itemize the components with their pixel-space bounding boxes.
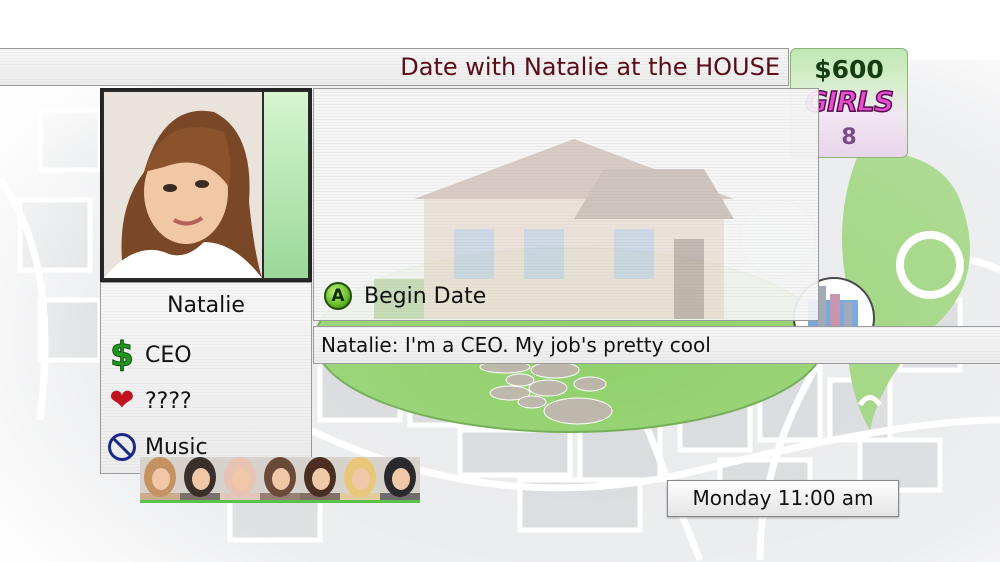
clock-text: Monday 11:00 am: [692, 486, 874, 510]
girl-name: Natalie: [167, 293, 245, 318]
a-button-icon: A: [324, 282, 352, 310]
scene-panel: A Begin Date: [313, 88, 819, 321]
clock-box: Monday 11:00 am: [667, 480, 899, 517]
no-icon: [105, 430, 139, 464]
portrait-frame: [100, 88, 312, 282]
begin-date-label: Begin Date: [364, 283, 487, 309]
profile-panel: Natalie $ CEO ❤ ???? Music: [100, 282, 312, 474]
dialogue-text: Natalie: I'm a CEO. My job's pretty cool: [321, 333, 711, 357]
date-title: Date with Natalie at the HOUSE: [400, 53, 780, 81]
likes-label: ????: [145, 388, 192, 414]
roster-girl-thumb[interactable]: [260, 457, 300, 503]
dialogue-bar: Natalie: I'm a CEO. My job's pretty cool: [313, 326, 1000, 364]
girl-portrait: [104, 92, 262, 278]
date-title-bar: Date with Natalie at the HOUSE: [0, 48, 789, 86]
likes-row: ❤ ????: [105, 383, 192, 419]
heart-icon: ❤: [109, 383, 135, 418]
roster-girl-thumb[interactable]: [220, 457, 260, 503]
roster-girl-thumb[interactable]: [380, 457, 420, 503]
job-row: $ CEO: [105, 337, 192, 373]
money-counter: $600: [814, 55, 884, 84]
roster-girl-thumb[interactable]: [300, 457, 340, 503]
girl-roster: [140, 457, 420, 505]
dislikes-label: Music: [145, 434, 208, 460]
roster-girl-thumb[interactable]: [140, 457, 180, 503]
roster-girl-thumb[interactable]: [180, 457, 220, 503]
job-label: CEO: [145, 342, 192, 368]
begin-date-button[interactable]: A Begin Date: [324, 279, 486, 313]
dollar-icon: $: [110, 335, 135, 375]
affection-meter: [264, 92, 308, 278]
roster-girl-thumb[interactable]: [340, 457, 380, 503]
